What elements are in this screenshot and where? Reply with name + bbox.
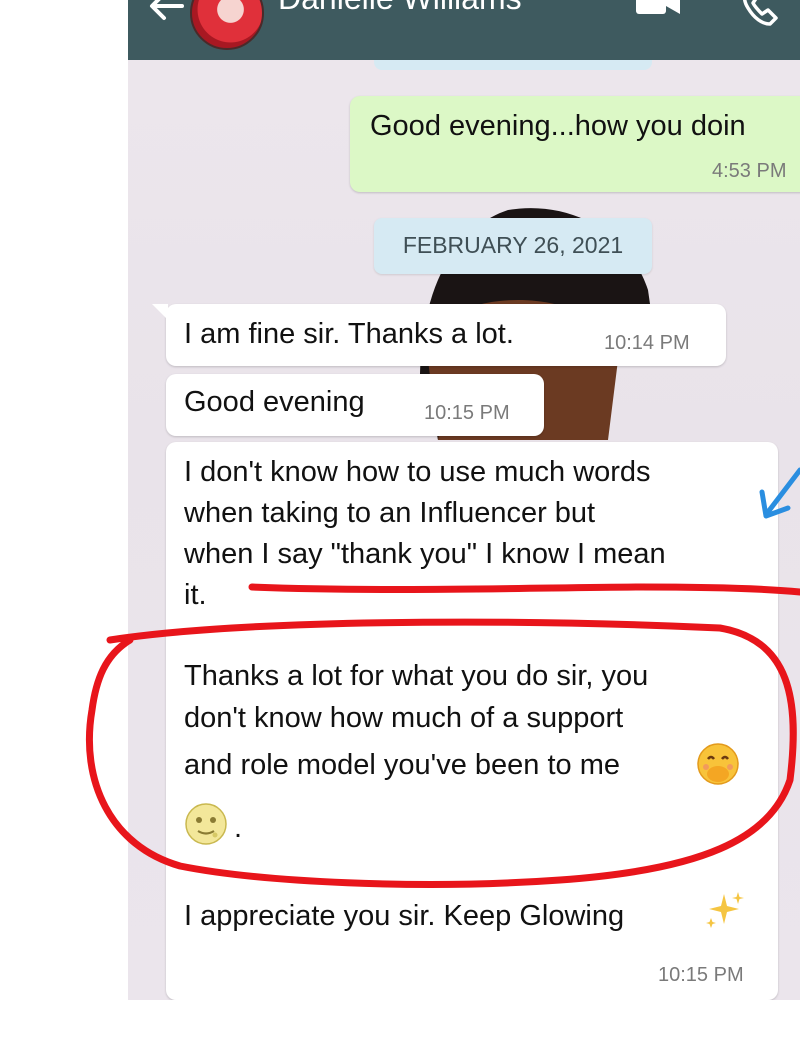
message-text: Good evening [184, 386, 365, 418]
chat-area[interactable]: Good evening...how you doin 4:53 PM FEBR… [128, 60, 800, 1000]
message-line: Thanks a lot for what you do sir, you [184, 660, 649, 692]
message-text: Good evening...how you doin [370, 110, 746, 142]
message-outgoing[interactable]: Good evening...how you doin 4:53 PM [350, 96, 800, 192]
page-margin-bottom [0, 1000, 800, 1044]
phone-call-icon[interactable] [740, 0, 780, 28]
message-line: when I say "thank you" I know I mean [184, 538, 666, 570]
message-line: it. [184, 579, 207, 611]
date-chip-previous [374, 60, 652, 70]
message-line: I don't know how to use much words [184, 456, 651, 488]
date-separator-label: FEBRUARY 26, 2021 [402, 232, 624, 258]
message-line: don't know how much of a support [184, 702, 624, 734]
message-incoming-long[interactable]: I don't know how to use much words when … [166, 442, 778, 1000]
message-line: and role model you've been to me [184, 749, 620, 781]
moon-face-emoji [185, 803, 227, 845]
message-text: I am fine sir. Thanks a lot. [184, 318, 514, 350]
message-line: when taking to an Influencer but [184, 497, 596, 529]
message-incoming[interactable]: I am fine sir. Thanks a lot. 10:14 PM [152, 304, 726, 366]
video-call-icon[interactable] [634, 0, 682, 18]
message-incoming[interactable]: Good evening 10:15 PM [166, 374, 544, 436]
message-line: . [234, 812, 243, 844]
contact-avatar[interactable] [190, 0, 264, 50]
message-time: 10:14 PM [604, 332, 690, 354]
bubble-tail [152, 304, 168, 320]
date-separator: FEBRUARY 26, 2021 [374, 218, 652, 274]
sparkles-emoji [706, 892, 744, 928]
face-with-hand-over-mouth-emoji [697, 743, 739, 785]
message-time: 10:15 PM [424, 402, 510, 424]
arrow-left-icon[interactable] [146, 0, 186, 26]
message-time: 4:53 PM [712, 160, 787, 182]
message-time: 10:15 PM [658, 964, 744, 986]
contact-name[interactable]: Danielle Williams [278, 0, 522, 17]
page-margin-left [0, 0, 128, 1044]
chat-header: Danielle Williams [128, 0, 800, 60]
message-line: I appreciate you sir. Keep Glowing [184, 900, 625, 932]
